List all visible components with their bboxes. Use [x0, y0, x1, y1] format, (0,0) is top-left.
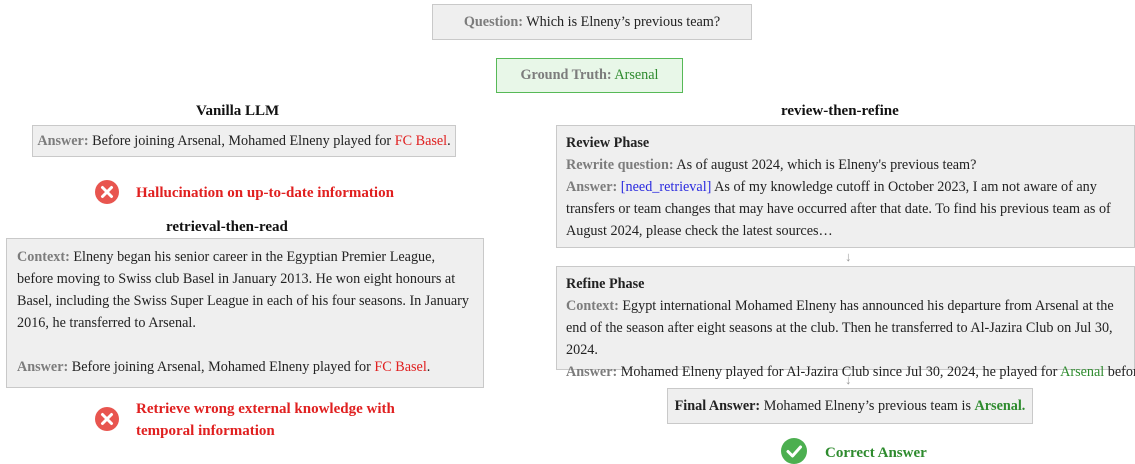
rtr-error-text: Retrieve wrong external knowledge with t…	[136, 398, 395, 442]
rtr-context: Context: Elneny began his senior career …	[17, 246, 473, 334]
refine-context-label: Context:	[566, 298, 619, 314]
rtr-answer-end: .	[426, 359, 431, 375]
refine-context: Context: Egypt international Mohamed Eln…	[566, 295, 1128, 361]
review-answer-label: Answer:	[566, 179, 618, 195]
rtr-answer-text: Before joining Arsenal, Mohamed Elneny p…	[71, 359, 371, 375]
ground-truth-label: Ground Truth:	[520, 67, 612, 83]
error-x-icon	[95, 180, 119, 204]
refine-answer-label: Answer:	[566, 364, 618, 380]
vanilla-answer-text: Before joining Arsenal, Mohamed Elneny p…	[92, 133, 392, 149]
review-then-refine-header: review-then-refine	[781, 103, 899, 119]
error-x-icon	[95, 407, 119, 431]
final-answer-text: Mohamed Elneny’s previous team is	[763, 398, 971, 414]
vanilla-answer-team: FC Basel	[394, 133, 448, 149]
rtr-context-label: Context:	[17, 249, 70, 265]
rtr-box: Context: Elneny began his senior career …	[6, 238, 484, 388]
rtr-answer-label: Answer:	[17, 359, 69, 375]
final-answer-label: Final Answer:	[674, 398, 761, 414]
vanilla-error-text: Hallucination on up-to-date information	[136, 185, 394, 201]
rtr-answer: Answer: Before joining Arsenal, Mohamed …	[17, 356, 473, 378]
vanilla-answer-box: Answer: Before joining Arsenal, Mohamed …	[32, 125, 456, 157]
question-box: Question: Which is Elneny’s previous tea…	[432, 4, 752, 40]
ground-truth-box: Ground Truth: Arsenal	[496, 58, 683, 93]
rtr-answer-team: FC Basel	[374, 359, 427, 375]
refine-answer-team: Arsenal	[1060, 364, 1105, 380]
ground-truth-answer: Arsenal	[614, 67, 659, 83]
vanilla-answer-label: Answer:	[37, 133, 89, 149]
refine-context-text: Egypt international Mohamed Elneny has a…	[566, 298, 1114, 358]
check-circle-icon	[781, 438, 807, 464]
down-arrow-icon: ↓	[845, 372, 852, 387]
rtr-error-line2: temporal information	[136, 423, 275, 439]
review-rewrite: Rewrite question: As of august 2024, whi…	[566, 154, 1128, 176]
review-rewrite-text: As of august 2024, which is Elneny's pre…	[676, 157, 977, 173]
refine-answer-end: before…	[1107, 364, 1135, 380]
review-phase-title: Review Phase	[566, 135, 650, 151]
down-arrow-icon: ↓	[845, 249, 852, 264]
review-rewrite-label: Rewrite question:	[566, 157, 674, 173]
rtr-context-text: Elneny began his senior career in the Eg…	[17, 249, 469, 331]
final-answer-box: Final Answer: Mohamed Elneny’s previous …	[667, 388, 1033, 424]
retrieval-then-read-header: retrieval-then-read	[166, 219, 288, 235]
refine-phase-box: Refine Phase Context: Egypt internationa…	[556, 266, 1135, 380]
review-phase-box: Review Phase Rewrite question: As of aug…	[556, 125, 1135, 248]
review-answer-tag: [need_retrieval]	[620, 179, 712, 195]
final-answer-team: Arsenal.	[974, 398, 1026, 414]
vanilla-llm-header: Vanilla LLM	[196, 103, 280, 119]
rtr-error-line1: Retrieve wrong external knowledge with	[136, 401, 395, 417]
question-label: Question:	[463, 14, 523, 30]
question-text: Which is Elneny’s previous team?	[526, 14, 721, 30]
refine-phase-title: Refine Phase	[566, 276, 645, 292]
vanilla-answer-end: .	[447, 133, 451, 149]
refine-answer-text: Mohamed Elneny played for Al-Jazira Club…	[620, 364, 1058, 380]
review-answer: Answer: [need_retrieval] As of my knowle…	[566, 176, 1128, 242]
